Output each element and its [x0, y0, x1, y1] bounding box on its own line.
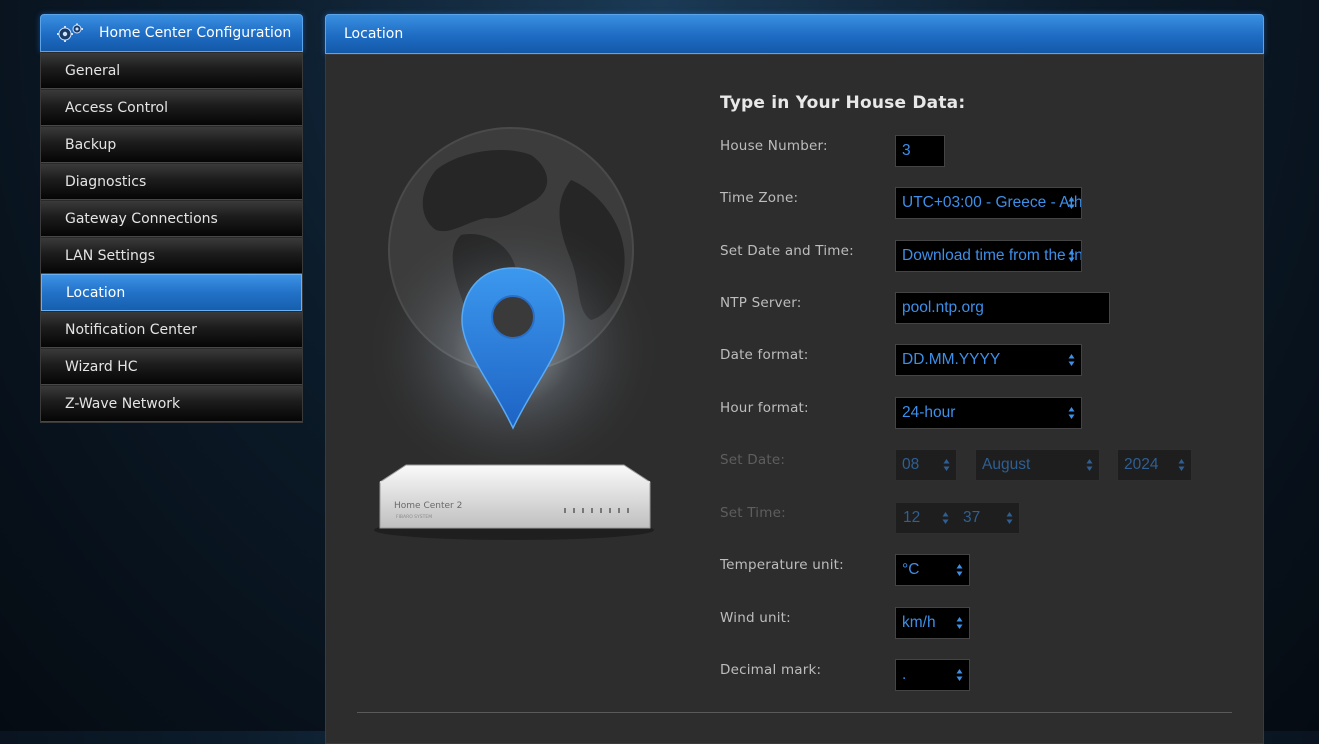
sidebar-item-label: General	[65, 62, 121, 79]
set-date-label: Set Date:	[720, 452, 786, 468]
wind-unit-select[interactable]: km/h	[895, 607, 970, 639]
select-arrows-icon	[943, 459, 950, 471]
section-divider	[357, 712, 1232, 713]
form-title: Type in Your House Data:	[720, 93, 966, 113]
time-zone-select[interactable]: UTC+03:00 - Greece - Athens	[895, 187, 1082, 219]
temperature-unit-select[interactable]: °C	[895, 554, 970, 586]
main-panel: Location Home Center 2 FIBARO SYSTEM Typ…	[325, 14, 1264, 744]
set-date-time-value: Download time from the Internet	[902, 247, 1082, 264]
gears-icon	[55, 22, 87, 44]
sidebar-item-general[interactable]: General	[41, 52, 302, 89]
year-select[interactable]: 2024	[1117, 449, 1192, 481]
select-arrows-icon	[956, 669, 963, 681]
hour-format-value: 24-hour	[902, 404, 956, 421]
hour-format-label: Hour format:	[720, 400, 809, 416]
sidebar-item-notification-center[interactable]: Notification Center	[41, 311, 302, 348]
temperature-unit-value: °C	[902, 561, 920, 578]
select-arrows-icon	[1068, 354, 1075, 366]
hour-arrows-icon[interactable]	[942, 511, 949, 525]
sidebar-item-gateway-connections[interactable]: Gateway Connections	[41, 200, 302, 237]
ntp-server-input[interactable]: pool.ntp.org	[895, 292, 1110, 324]
house-number-label: House Number:	[720, 138, 828, 154]
sidebar-item-diagnostics[interactable]: Diagnostics	[41, 163, 302, 200]
home-center-device-icon: Home Center 2 FIBARO SYSTEM	[374, 464, 654, 540]
date-format-label: Date format:	[720, 347, 809, 363]
decimal-mark-select[interactable]: .	[895, 659, 970, 691]
sidebar-item-access-control[interactable]: Access Control	[41, 89, 302, 126]
day-select[interactable]: 08	[895, 449, 957, 481]
minute-arrows-icon[interactable]	[1006, 511, 1013, 525]
day-value: 08	[902, 456, 920, 473]
sidebar-item-location[interactable]: Location	[41, 274, 302, 311]
minute-value[interactable]: 37	[963, 509, 980, 527]
date-format-value: DD.MM.YYYY	[902, 351, 1001, 368]
wind-unit-label: Wind unit:	[720, 610, 791, 626]
main-header: Location	[325, 14, 1264, 54]
sidebar-item-lan-settings[interactable]: LAN Settings	[41, 237, 302, 274]
select-arrows-icon	[956, 564, 963, 576]
set-time-label: Set Time:	[720, 505, 786, 521]
select-arrows-icon	[956, 617, 963, 629]
select-arrows-icon	[1068, 407, 1075, 419]
house-number-input[interactable]: 3	[895, 135, 945, 167]
select-arrows-icon	[1068, 250, 1075, 262]
sidebar-item-label: Location	[66, 284, 126, 301]
ntp-server-label: NTP Server:	[720, 295, 802, 311]
device-sublabel-text: FIBARO SYSTEM	[396, 514, 432, 520]
decimal-mark-value: .	[902, 666, 907, 683]
decimal-mark-label: Decimal mark:	[720, 662, 822, 678]
sidebar-item-label: LAN Settings	[65, 247, 156, 264]
year-value: 2024	[1124, 456, 1159, 473]
sidebar: Home Center Configuration General Access…	[40, 14, 303, 423]
hour-value[interactable]: 12	[903, 509, 920, 527]
main-body: Home Center 2 FIBARO SYSTEM Type in Your…	[325, 54, 1264, 744]
sidebar-header: Home Center Configuration	[40, 14, 303, 52]
sidebar-item-label: Wizard HC	[65, 358, 138, 375]
sidebar-item-label: Access Control	[65, 99, 168, 116]
page-title: Location	[344, 26, 404, 42]
sidebar-item-label: Notification Center	[65, 321, 197, 338]
month-select[interactable]: August	[975, 449, 1100, 481]
set-date-time-select[interactable]: Download time from the Internet	[895, 240, 1082, 272]
month-value: August	[982, 456, 1031, 473]
sidebar-item-backup[interactable]: Backup	[41, 126, 302, 163]
temperature-unit-label: Temperature unit:	[720, 557, 844, 573]
sidebar-item-label: Z-Wave Network	[65, 395, 181, 412]
sidebar-item-label: Backup	[65, 136, 117, 153]
location-illustration: Home Center 2 FIBARO SYSTEM	[363, 110, 686, 570]
set-date-time-label: Set Date and Time:	[720, 243, 854, 259]
sidebar-item-label: Gateway Connections	[65, 210, 218, 227]
house-data-form: Type in Your House Data: House Number: 3…	[720, 93, 1240, 691]
select-arrows-icon	[1068, 197, 1075, 209]
time-zone-value: UTC+03:00 - Greece - Athens	[902, 194, 1082, 211]
date-format-select[interactable]: DD.MM.YYYY	[895, 344, 1082, 376]
device-name-text: Home Center 2	[394, 501, 462, 511]
sidebar-title: Home Center Configuration	[99, 25, 292, 41]
sidebar-item-wizard-hc[interactable]: Wizard HC	[41, 348, 302, 385]
hour-format-select[interactable]: 24-hour	[895, 397, 1082, 429]
wind-unit-value: km/h	[902, 614, 936, 631]
time-select-group: 12 37	[895, 502, 1020, 534]
sidebar-item-label: Diagnostics	[65, 173, 147, 190]
sidebar-item-z-wave-network[interactable]: Z-Wave Network	[41, 385, 302, 422]
time-zone-label: Time Zone:	[720, 190, 799, 206]
sidebar-menu: General Access Control Backup Diagnostic…	[40, 52, 303, 423]
select-arrows-icon	[1178, 459, 1185, 471]
select-arrows-icon	[1086, 459, 1093, 471]
